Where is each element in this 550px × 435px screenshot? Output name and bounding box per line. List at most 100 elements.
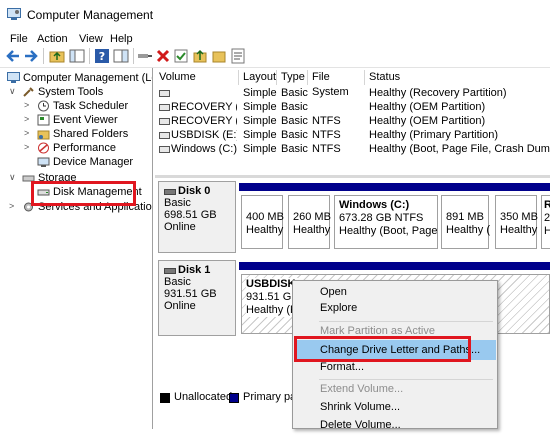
tree-device-manager[interactable]: Device Manager [53, 155, 133, 169]
disk-icon [164, 189, 176, 195]
tree-event-viewer[interactable]: Event Viewer [53, 113, 118, 127]
partition-line: Healthy [293, 224, 331, 236]
tree-shared-folders[interactable]: Shared Folders [53, 127, 128, 141]
legend-primary-swatch [229, 393, 239, 403]
toolbar-separator [133, 48, 134, 64]
delete-icon[interactable] [155, 48, 171, 64]
legend-unallocated-swatch [160, 393, 170, 403]
disk-1-bar [239, 262, 550, 270]
column-header-layout[interactable]: Layout [239, 70, 277, 85]
partition-line: 260 MB [293, 211, 331, 223]
navigation-tree: Computer Management (Loca ∨ System Tools… [0, 68, 153, 429]
table-row[interactable]: Simple Basic Healthy (Recovery Partition… [155, 86, 550, 100]
toolbar-separator [89, 48, 90, 64]
tree-task-scheduler[interactable]: Task Scheduler [53, 99, 128, 113]
column-header-volume[interactable]: Volume [155, 70, 239, 85]
partition-891mb[interactable]: 891 MBHealthy (F [441, 195, 490, 249]
disk-1-size: 931.51 GB [164, 288, 217, 300]
partition-line: 891 MB [446, 211, 484, 223]
volume-layout: Simple [243, 143, 277, 155]
disk-1-state: Online [164, 300, 196, 312]
volume-name: Windows (C:) [171, 143, 237, 155]
chevron-right-icon[interactable]: > [24, 142, 29, 152]
volume-icon [159, 132, 170, 139]
volume-list: Volume Layout Type File System Status Si… [155, 68, 550, 176]
volume-status: Healthy (Recovery Partition) [369, 87, 507, 99]
menu-item-shrink-volume[interactable]: Shrink Volume... [294, 397, 496, 417]
volume-name: RECOVERY (D:) [171, 115, 237, 127]
up-folder-icon[interactable] [49, 48, 65, 64]
clock-icon [38, 100, 49, 112]
folder-up-icon[interactable] [192, 48, 208, 64]
tree-performance[interactable]: Performance [53, 141, 116, 155]
disk-1-kind: Basic [164, 276, 191, 288]
volume-icon [159, 90, 170, 97]
partition-line: 931.51 GB [246, 291, 298, 303]
console-tree-icon[interactable] [69, 48, 85, 64]
show-pane-icon[interactable] [113, 48, 129, 64]
tree-system-tools[interactable]: System Tools [38, 85, 103, 99]
table-row[interactable]: RECOVERY (D:) Simple Basic NTFS Healthy … [155, 114, 550, 128]
partition-line: Healthy (Boot, Page Fil [339, 225, 437, 237]
disk-0-name: Disk 0 [178, 185, 211, 197]
partition-windows-c[interactable]: Windows (C:) 673.28 GB NTFS Healthy (Boot,… [334, 195, 438, 249]
menu-item-delete-volume[interactable]: Delete Volume... [294, 415, 496, 435]
chevron-down-icon[interactable]: ∨ [9, 86, 16, 97]
volume-layout: Simple [243, 129, 277, 141]
table-row[interactable]: Windows (C:) Simple Basic NTFS Healthy (… [155, 142, 550, 156]
volume-type: Basic [281, 101, 308, 113]
volume-layout: Simple [243, 115, 277, 127]
tools-icon [23, 87, 34, 97]
chevron-right-icon[interactable]: > [9, 201, 14, 211]
column-header-type[interactable]: Type [277, 70, 308, 85]
volume-fs: NTFS [312, 115, 341, 127]
volume-icon [159, 104, 170, 111]
legend-unallocated: Unallocated [174, 391, 233, 403]
connect-icon[interactable] [137, 48, 153, 64]
svg-text:?: ? [99, 50, 105, 63]
volume-fs: NTFS [312, 129, 341, 141]
disk-1-name: Disk 1 [178, 264, 211, 276]
computer-management-icon [7, 8, 21, 20]
properties-icon[interactable] [230, 48, 246, 64]
disk-0-state: Online [164, 221, 196, 233]
disk-0-size: 698.51 GB [164, 209, 217, 221]
table-row[interactable]: RECOVERY (D:) Simple Basic Healthy (OEM … [155, 100, 550, 114]
title-bar: Computer Management [0, 0, 550, 30]
menu-item-extend-volume[interactable]: Extend Volume... [294, 379, 496, 399]
volume-name: USBDISK (E:) [171, 129, 237, 141]
partition-line: Healthy [246, 224, 284, 236]
menu-item-explore[interactable]: Explore [294, 298, 496, 318]
folder-icon[interactable] [211, 48, 227, 64]
partition-line: Windows (C:) [339, 199, 410, 211]
chevron-right-icon[interactable]: > [24, 128, 29, 138]
disk-0-label[interactable]: Disk 0 Basic 698.51 GB Online [158, 181, 236, 253]
forward-arrow-icon[interactable] [23, 48, 39, 64]
volume-type: Basic [281, 87, 308, 99]
back-arrow-icon[interactable] [5, 48, 21, 64]
partition-recovery-cut[interactable]: R2H [541, 195, 550, 249]
volume-fs: NTFS [312, 143, 341, 155]
chevron-down-icon[interactable]: ∨ [9, 172, 16, 183]
volume-status: Healthy (OEM Partition) [369, 115, 486, 127]
volume-layout: Simple [243, 101, 277, 113]
column-header-file-system[interactable]: File System [308, 70, 365, 98]
chevron-right-icon[interactable]: > [24, 100, 29, 110]
volume-icon [159, 146, 170, 153]
partition-400mb[interactable]: 400 MB Healthy [241, 195, 284, 249]
disk-1-label[interactable]: Disk 1 Basic 931.51 GB Online [158, 260, 236, 336]
volume-icon [159, 118, 170, 125]
partition-line: Healthy (Pr [246, 304, 298, 316]
device-manager-icon [37, 157, 50, 167]
table-row[interactable]: USBDISK (E:) Simple Basic NTFS Healthy (… [155, 128, 550, 142]
partition-260mb[interactable]: 260 MB Healthy [288, 195, 331, 249]
tree-root[interactable]: Computer Management (Loca [23, 71, 152, 85]
partition-line: Healthy (F [446, 224, 490, 236]
partition-line: H [544, 225, 550, 237]
partition-350mb[interactable]: 350 MB Healthy [495, 195, 538, 249]
check-icon[interactable] [173, 48, 189, 64]
column-header-status[interactable]: Status [365, 70, 550, 85]
help-icon[interactable]: ? [94, 48, 110, 64]
event-viewer-icon [37, 114, 50, 126]
chevron-right-icon[interactable]: > [24, 114, 29, 124]
